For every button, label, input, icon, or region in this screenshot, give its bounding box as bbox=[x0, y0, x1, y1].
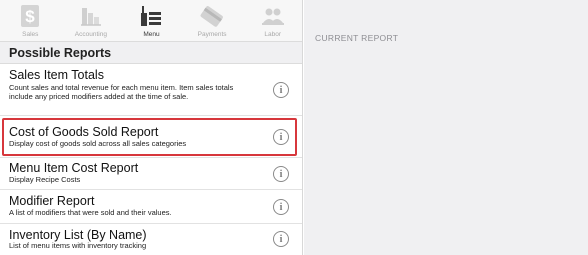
report-title: Sales Item Totals bbox=[9, 68, 104, 82]
section-header: Possible Reports bbox=[0, 42, 302, 64]
tab-bar: $ Sales Accounting Menu Payments Labor bbox=[0, 0, 302, 42]
report-description: A list of modifiers that were sold and t… bbox=[9, 208, 172, 217]
tab-label: Payments bbox=[197, 31, 227, 38]
report-cost-of-goods-sold[interactable]: Cost of Goods Sold Report Display cost o… bbox=[0, 116, 302, 158]
section-title: Possible Reports bbox=[9, 45, 112, 60]
reports-panel: $ Sales Accounting Menu Payments Labor P… bbox=[0, 0, 303, 255]
report-title: Inventory List (By Name) bbox=[9, 228, 147, 242]
tab-label: Sales bbox=[22, 31, 39, 38]
svg-text:$: $ bbox=[26, 7, 36, 26]
info-icon[interactable]: i bbox=[273, 129, 289, 145]
tab-label: Menu bbox=[143, 31, 160, 38]
report-modifier[interactable]: Modifier Report A list of modifiers that… bbox=[0, 190, 302, 224]
card-icon bbox=[197, 4, 227, 28]
info-icon[interactable]: i bbox=[273, 166, 289, 182]
tab-labor[interactable]: Labor bbox=[242, 0, 302, 41]
tab-label: Accounting bbox=[74, 31, 107, 38]
info-icon[interactable]: i bbox=[273, 82, 289, 98]
tab-menu[interactable]: Menu bbox=[121, 0, 182, 41]
report-title: Cost of Goods Sold Report bbox=[9, 125, 159, 139]
current-report-panel: CURRENT REPORT bbox=[304, 0, 588, 255]
report-description: List of menu items with inventory tracki… bbox=[9, 241, 147, 250]
info-icon[interactable]: i bbox=[273, 199, 289, 215]
report-description: Count sales and total revenue for each m… bbox=[9, 83, 234, 101]
report-sales-item-totals[interactable]: Sales Item Totals Count sales and total … bbox=[0, 64, 302, 116]
tab-sales[interactable]: $ Sales bbox=[0, 0, 61, 41]
report-description: Display cost of goods sold across all sa… bbox=[9, 139, 187, 148]
dollar-icon: $ bbox=[15, 4, 45, 28]
report-title: Menu Item Cost Report bbox=[9, 161, 139, 175]
report-inventory-list[interactable]: Inventory List (By Name) List of menu it… bbox=[0, 224, 302, 255]
people-icon bbox=[258, 4, 288, 28]
tab-accounting[interactable]: Accounting bbox=[61, 0, 122, 41]
tab-label: Labor bbox=[264, 31, 281, 38]
report-description: Display Recipe Costs bbox=[9, 175, 81, 184]
report-menu-item-cost[interactable]: Menu Item Cost Report Display Recipe Cos… bbox=[0, 158, 302, 190]
current-report-title: CURRENT REPORT bbox=[315, 33, 399, 43]
report-title: Modifier Report bbox=[9, 194, 95, 208]
info-icon[interactable]: i bbox=[273, 231, 289, 247]
chart-icon bbox=[76, 4, 106, 28]
menu-glass-icon bbox=[136, 4, 166, 28]
tab-payments[interactable]: Payments bbox=[182, 0, 243, 41]
